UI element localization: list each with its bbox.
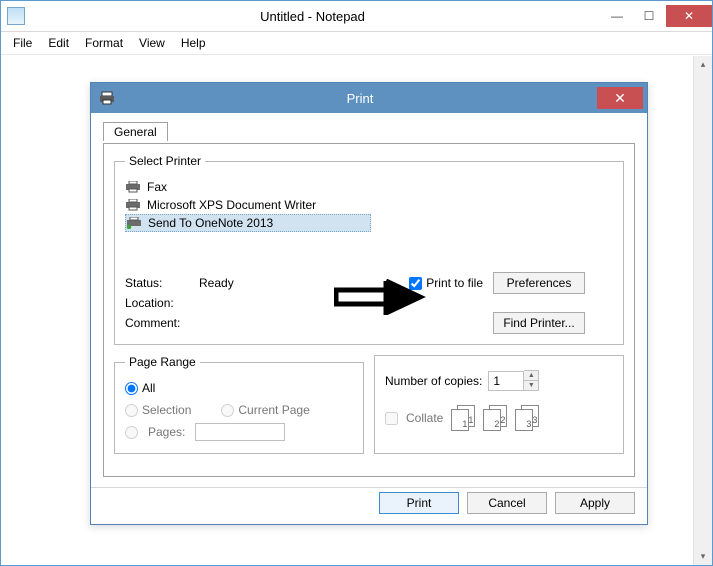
find-printer-button[interactable]: Find Printer... [493, 312, 585, 334]
menu-format[interactable]: Format [77, 34, 131, 52]
print-button[interactable]: Print [379, 492, 459, 514]
maximize-button[interactable]: ☐ [634, 5, 664, 27]
status-value: Ready [199, 276, 349, 290]
preferences-button[interactable]: Preferences [493, 272, 585, 294]
scroll-up-icon[interactable]: ▴ [694, 56, 712, 73]
spin-down-button[interactable]: ▼ [524, 381, 538, 390]
apply-button[interactable]: Apply [555, 492, 635, 514]
menu-help[interactable]: Help [173, 34, 214, 52]
tab-general[interactable]: General [103, 122, 168, 141]
page-range-group: Page Range All Selection [114, 355, 364, 454]
printer-icon [125, 199, 141, 211]
print-to-file-label: Print to file [426, 276, 483, 290]
select-printer-legend: Select Printer [125, 154, 205, 168]
printer-list-item[interactable]: Fax [125, 178, 613, 196]
collate-preview-icon: 33 [515, 405, 541, 431]
pages-input [195, 423, 285, 441]
printer-name: Send To OneNote 2013 [148, 216, 273, 230]
radio-selection [125, 404, 138, 417]
minimize-button[interactable]: — [602, 5, 632, 27]
window-title: Untitled - Notepad [25, 9, 600, 24]
printer-icon [125, 181, 141, 193]
dialog-close-button[interactable]: ✕ [597, 87, 643, 109]
radio-all-label: All [142, 381, 155, 395]
copies-label: Number of copies: [385, 374, 482, 388]
collate-preview-icon: 22 [483, 405, 509, 431]
menu-file[interactable]: File [5, 34, 40, 52]
radio-current-page [221, 404, 234, 417]
radio-pages [125, 426, 138, 439]
printer-icon [99, 90, 115, 106]
collate-label: Collate [406, 411, 443, 425]
menu-edit[interactable]: Edit [40, 34, 77, 52]
close-button[interactable]: ✕ [666, 5, 712, 27]
notepad-app-icon [7, 7, 25, 25]
copies-input[interactable] [488, 371, 524, 391]
collate-preview-icon: 11 [451, 405, 477, 431]
print-dialog: Print ✕ General Select Printer Fax [90, 82, 648, 525]
printer-name: Microsoft XPS Document Writer [147, 198, 316, 212]
vertical-scrollbar[interactable]: ▴ ▾ [693, 56, 712, 565]
location-label: Location: [125, 296, 195, 310]
printer-name: Fax [147, 180, 167, 194]
radio-all[interactable] [125, 382, 138, 395]
radio-pages-label: Pages: [148, 425, 185, 439]
printer-list-item[interactable]: Microsoft XPS Document Writer [125, 196, 613, 214]
print-to-file-checkbox[interactable] [409, 277, 422, 290]
collate-checkbox [385, 412, 398, 425]
dialog-title: Print [123, 91, 597, 106]
printer-list-item[interactable]: Send To OneNote 2013 [125, 214, 371, 232]
spin-up-button[interactable]: ▲ [524, 371, 538, 381]
printer-icon [126, 217, 142, 229]
comment-label: Comment: [125, 316, 195, 330]
menu-view[interactable]: View [131, 34, 173, 52]
status-label: Status: [125, 276, 195, 290]
radio-selection-label: Selection [142, 403, 191, 417]
cancel-button[interactable]: Cancel [467, 492, 547, 514]
radio-current-label: Current Page [238, 403, 309, 417]
page-range-legend: Page Range [125, 355, 200, 369]
select-printer-group: Select Printer Fax Microsoft XPS Documen… [114, 154, 624, 345]
copies-group: Number of copies: ▲ ▼ [374, 355, 624, 454]
scroll-down-icon[interactable]: ▾ [694, 548, 712, 565]
